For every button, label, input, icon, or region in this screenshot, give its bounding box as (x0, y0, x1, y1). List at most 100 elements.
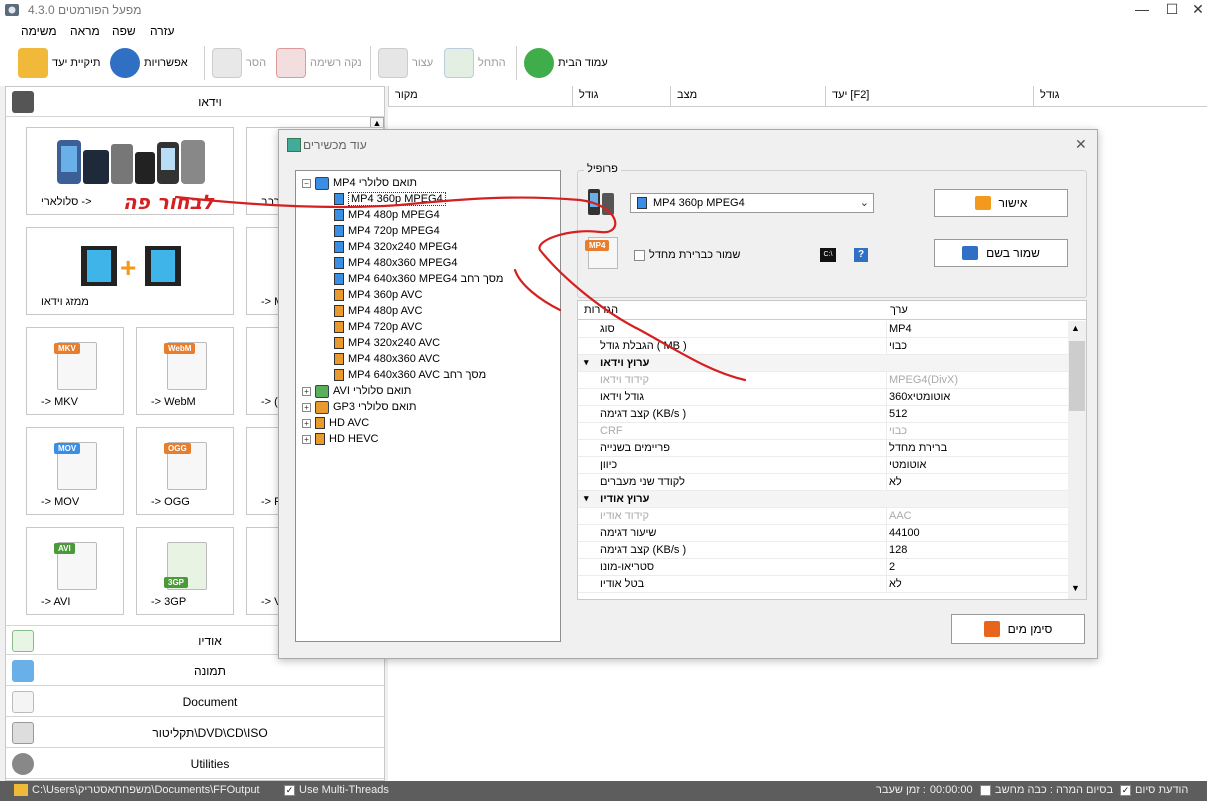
category-picture[interactable]: תמונה (6, 656, 384, 686)
tile-ogg[interactable]: OGG -> OGG (136, 427, 234, 515)
chevron-down-icon[interactable]: ⌄ (860, 196, 869, 209)
tree-node-profile[interactable]: MP4 480p MPEG4 (334, 207, 440, 223)
grid-row[interactable]: קצב דגימה (KB/s ) 512 (578, 406, 1068, 423)
expand-icon[interactable]: + (302, 434, 311, 444)
grid-row[interactable]: סוג MP4 (578, 321, 1068, 338)
expand-icon[interactable]: + (302, 386, 311, 396)
tree-node-profile[interactable]: MP4 640x360 AVC מסך רחב (334, 367, 486, 383)
column-status[interactable]: מצב (670, 86, 825, 107)
scroll-thumb[interactable] (1069, 341, 1085, 411)
tile-mov[interactable]: MOV -> MOV (26, 427, 124, 515)
menu-view[interactable]: מראה (70, 24, 100, 38)
grid-row-value[interactable]: MPEG4(DivX) (886, 372, 958, 389)
tree-node-profile[interactable]: MP4 720p MPEG4 (334, 223, 440, 239)
minimize-icon[interactable]: — (1130, 1, 1154, 17)
tile-avi[interactable]: AVI -> AVI (26, 527, 124, 615)
grid-row[interactable]: פריימים בשנייה ברירת מחדל (578, 440, 1068, 457)
checkbox-unchecked[interactable] (980, 784, 991, 796)
tree-node-profile[interactable]: MP4 320x240 AVC (334, 335, 440, 351)
checkbox-unchecked[interactable] (634, 249, 645, 261)
settings-grid[interactable]: הגדרות ערך סוג MP4 הגבלת גודל ( MB ) כבוי ער… (577, 300, 1087, 600)
maximize-icon[interactable]: ☐ (1160, 1, 1184, 18)
category-utilities[interactable]: Utilities (6, 749, 384, 779)
grid-row[interactable]: שיעור דגימה 44100 (578, 525, 1068, 542)
grid-row[interactable]: כיוון אוטומטי (578, 457, 1068, 474)
expand-icon[interactable]: + (302, 402, 311, 412)
notify-toggle[interactable]: ✓ הודעת סיום (1120, 784, 1188, 796)
grid-section-row[interactable]: ערוץ אודיו ▾ (578, 491, 1068, 508)
start-button[interactable]: התחל (444, 46, 506, 80)
category-document[interactable]: Document (6, 687, 384, 717)
menu-language[interactable]: שפה (112, 24, 136, 38)
tree-node-profile[interactable]: MP4 360p MPEG4 (334, 191, 446, 207)
checkbox-checked[interactable]: ✓ (1120, 784, 1131, 796)
expand-icon[interactable]: + (302, 418, 311, 428)
column-output-size[interactable]: גודל (1033, 86, 1189, 107)
close-icon[interactable]: ✕ (1186, 1, 1207, 18)
dialog-close-icon[interactable]: ✕ (1075, 136, 1087, 153)
tile-video-joiner[interactable]: + ממזג וידאו (26, 227, 234, 315)
grid-row-value[interactable]: ברירת מחדל (886, 440, 947, 457)
grid-row-value[interactable]: לא (886, 474, 902, 491)
shutdown-after-toggle[interactable]: בסיום המרה : כבה מחשב (980, 784, 1113, 796)
grid-row[interactable]: הגבלת גודל ( MB ) כבוי (578, 338, 1068, 355)
tree-node-hd-hevc[interactable]: + HD HEVC (302, 431, 379, 447)
menu-task[interactable]: משימה (21, 24, 57, 38)
column-destination[interactable]: יעד [F2] (825, 86, 1033, 107)
output-path[interactable]: C:\Users\משפחתאסטריק\Documents\FFOutput (14, 784, 260, 796)
grid-row-value[interactable]: 44100 (886, 525, 920, 542)
clear-list-button[interactable]: נקה רשימה (276, 46, 362, 80)
grid-row-value[interactable]: כבוי (886, 338, 907, 355)
multithreads-toggle[interactable]: ✓ Use Multi-Threads (284, 784, 389, 796)
save-as-default-checkbox[interactable]: שמור כברירת מחדל (634, 249, 740, 261)
tree-node-mp4-mobile[interactable]: − MP4 תואם סלולרי (302, 175, 417, 191)
tree-node-profile[interactable]: MP4 480x360 MPEG4 (334, 255, 457, 271)
save-as-button[interactable]: שמור בשם (934, 239, 1068, 267)
tree-node-profile[interactable]: MP4 720p AVC (334, 319, 422, 335)
collapse-section-icon[interactable]: ▾ (584, 493, 589, 504)
grid-row-value[interactable]: 128 (886, 542, 907, 559)
category-video[interactable]: וידאו (6, 87, 384, 117)
tree-node-avi-mobile[interactable]: + AVI תואם סלולרי (302, 383, 411, 399)
tile-mobile[interactable]: סלולארי -> לבחור פה (26, 127, 234, 215)
tile-mkv[interactable]: MKV -> MKV (26, 327, 124, 415)
tree-node-profile[interactable]: MP4 480x360 AVC (334, 351, 440, 367)
grid-row-value[interactable]: 360xאוטומטי (886, 389, 950, 406)
ok-button[interactable]: אישור (934, 189, 1068, 217)
grid-row-value[interactable]: MP4 (886, 321, 912, 338)
grid-row-value[interactable]: 2 (886, 559, 895, 576)
output-folder-button[interactable]: תיקיית יעד (18, 46, 100, 80)
grid-row[interactable]: לקודד שני מעברים לא (578, 474, 1068, 491)
options-button[interactable]: אפשרויות (110, 46, 188, 80)
grid-section-row[interactable]: ערוץ וידאו ▾ (578, 355, 1068, 372)
grid-row-value[interactable]: AAC (886, 508, 912, 525)
profile-dropdown[interactable]: MP4 360p MPEG4 ⌄ (630, 193, 874, 213)
column-size[interactable]: גודל (572, 86, 670, 107)
grid-scrollbar[interactable]: ▲ ▼ (1068, 321, 1086, 599)
stop-button[interactable]: עצור (378, 46, 433, 80)
tree-node-profile[interactable]: MP4 480p AVC (334, 303, 422, 319)
tree-node-3gp-mobile[interactable]: + GPתואם סלולרי 3 (302, 399, 416, 415)
grid-row-value[interactable]: כבוי (886, 423, 907, 440)
collapse-section-icon[interactable]: ▾ (584, 357, 589, 368)
grid-row[interactable]: גודל וידאו 360xאוטומטי (578, 389, 1068, 406)
device-tree[interactable]: − MP4 תואם סלולרי MP4 360p MPEG4 MP4 480p… (295, 170, 561, 642)
column-source[interactable]: מקור (388, 86, 572, 107)
checkbox-checked[interactable]: ✓ (284, 784, 295, 796)
tile-webm[interactable]: WebM -> WebM (136, 327, 234, 415)
grid-row-value[interactable]: 512 (886, 406, 907, 423)
category-disc[interactable]: תקליטור\DVD\CD\ISO (6, 718, 384, 748)
tree-node-profile[interactable]: MP4 360p AVC (334, 287, 422, 303)
menu-help[interactable]: עזרה (150, 24, 175, 38)
grid-row-value[interactable]: לא (886, 576, 902, 593)
watermark-button[interactable]: סימן מים (951, 614, 1085, 644)
grid-row[interactable]: בטל אודיו לא (578, 576, 1068, 593)
remove-button[interactable]: הסר (212, 46, 266, 80)
scroll-down-icon[interactable]: ▼ (1071, 583, 1080, 593)
help-icon[interactable]: ? (854, 248, 868, 262)
tree-node-hd-avc[interactable]: + HD AVC (302, 415, 369, 431)
home-button[interactable]: עמוד הבית (524, 46, 608, 80)
scroll-up-icon[interactable]: ▲ (1071, 323, 1080, 333)
collapse-icon[interactable]: − (302, 178, 311, 188)
grid-row-value[interactable]: אוטומטי (886, 457, 926, 474)
